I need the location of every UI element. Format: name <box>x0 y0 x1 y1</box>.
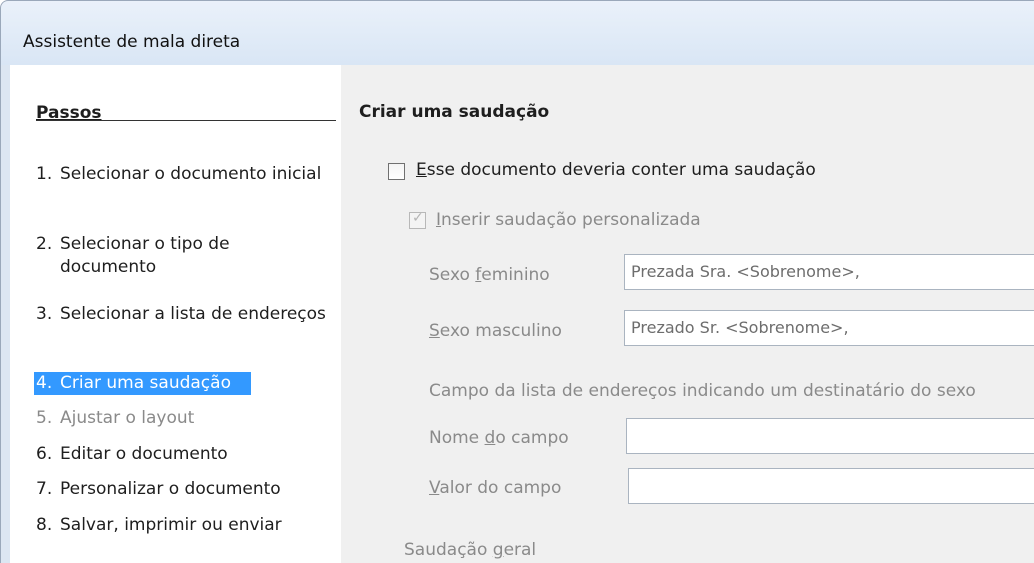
step-label: Editar o documento <box>60 444 228 464</box>
page-heading: Criar uma saudação <box>359 102 550 122</box>
field-name-combobox[interactable] <box>626 418 1034 454</box>
step-label: Selecionar a lista de endereços <box>60 304 326 324</box>
female-salutation-combobox[interactable]: Prezada Sra. <Sobrenome>, <box>624 254 1034 290</box>
step-create-salutation[interactable]: 4. Criar uma saudação <box>34 372 251 395</box>
step-number: 4. <box>36 373 53 393</box>
step-number: 3. <box>36 304 53 324</box>
female-label: Sexo feminino <box>429 265 550 285</box>
step-personalize-document[interactable]: 7. Personalizar o documento <box>36 478 326 501</box>
step-edit-document[interactable]: 6. Editar o documento <box>36 443 326 466</box>
step-label: Personalizar o documento <box>60 479 281 499</box>
step-number: 6. <box>36 444 53 464</box>
salutation-checkbox[interactable] <box>388 163 405 180</box>
title-bar[interactable]: Assistente de mala direta <box>0 0 1034 65</box>
step-label: Criar uma saudação <box>60 373 231 393</box>
mail-merge-wizard-window: Assistente de mala direta Passos 1. Sele… <box>0 0 1034 563</box>
salutation-page: Criar uma saudação Esse documento deveri… <box>341 65 1034 563</box>
step-label: Selecionar o documento inicial <box>60 164 322 184</box>
step-number: 7. <box>36 479 53 499</box>
field-value-combobox[interactable] <box>628 468 1034 504</box>
field-name-label: Nome do campo <box>429 428 569 448</box>
address-field-description: Campo da lista de endereços indicando um… <box>429 381 976 401</box>
steps-divider <box>36 120 336 121</box>
window-title: Assistente de mala direta <box>23 32 241 52</box>
step-number: 5. <box>36 408 53 428</box>
step-select-address-list[interactable]: 3. Selecionar a lista de endereços <box>36 303 326 326</box>
custom-salutation-checkbox[interactable]: ✓ <box>409 210 426 229</box>
salutation-checkbox-label[interactable]: Esse documento deveria conter uma saudaç… <box>416 160 816 180</box>
male-label: Sexo masculino <box>429 321 562 341</box>
step-adjust-layout: 5. Ajustar o layout <box>36 407 326 430</box>
step-number: 2. <box>36 234 53 254</box>
step-number: 1. <box>36 164 53 184</box>
step-select-document-type[interactable]: 2. Selecionar o tipo de documento <box>36 233 326 279</box>
step-number: 8. <box>36 515 53 535</box>
check-mark-icon: ✓ <box>412 210 424 226</box>
general-salutation-label: Saudação geral <box>404 540 537 560</box>
dialog-body: Passos 1. Selecionar o documento inicial… <box>0 65 1034 563</box>
step-label: Selecionar o tipo de documento <box>60 234 230 277</box>
step-label: Ajustar o layout <box>60 408 195 428</box>
step-save-print-send[interactable]: 8. Salvar, imprimir ou enviar <box>36 514 326 537</box>
step-select-starting-document[interactable]: 1. Selecionar o documento inicial <box>36 163 326 186</box>
field-value-label: Valor do campo <box>429 478 562 498</box>
steps-panel: Passos 1. Selecionar o documento inicial… <box>1 65 341 563</box>
step-label: Salvar, imprimir ou enviar <box>60 515 282 535</box>
male-salutation-combobox[interactable]: Prezado Sr. <Sobrenome>, <box>624 310 1034 346</box>
custom-salutation-label[interactable]: Inserir saudação personalizada <box>436 210 701 230</box>
left-edge-strip <box>1 65 10 563</box>
